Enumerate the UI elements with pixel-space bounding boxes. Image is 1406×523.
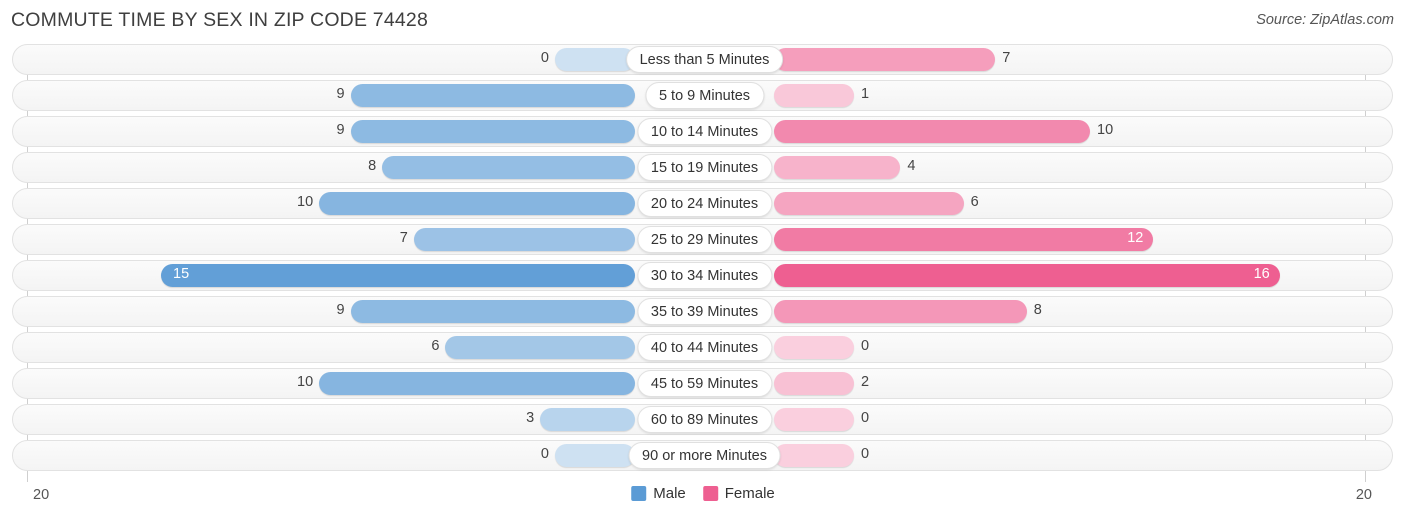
bar-value-male: 0 bbox=[540, 446, 549, 462]
bar-value-female: 7 bbox=[1002, 50, 1011, 66]
category-label: 40 to 44 Minutes bbox=[636, 334, 773, 361]
axis-tick-right: 20 bbox=[1355, 487, 1372, 503]
legend-label: Female bbox=[724, 485, 775, 502]
table-row[interactable]: 6 0 40 to 44 Minutes bbox=[12, 332, 1393, 363]
bar-value-female: 0 bbox=[861, 446, 870, 462]
bar-value-female: 6 bbox=[970, 194, 979, 210]
bar-value-female: 12 bbox=[1127, 230, 1144, 246]
category-label: 35 to 39 Minutes bbox=[636, 298, 773, 325]
bar-male[interactable] bbox=[555, 48, 635, 71]
bar-male[interactable] bbox=[161, 264, 635, 287]
bar-value-male: 6 bbox=[431, 338, 440, 354]
bar-value-male: 3 bbox=[526, 410, 535, 426]
bar-male[interactable] bbox=[350, 84, 635, 107]
table-row[interactable]: 10 6 20 to 24 Minutes bbox=[12, 188, 1393, 219]
bar-male[interactable] bbox=[350, 120, 635, 143]
legend-swatch-icon bbox=[631, 486, 647, 501]
bar-value-male: 10 bbox=[297, 374, 314, 390]
bar-female[interactable] bbox=[774, 120, 1090, 143]
bar-female[interactable] bbox=[774, 372, 854, 395]
bar-value-male: 7 bbox=[399, 230, 408, 246]
bar-value-male: 9 bbox=[336, 302, 345, 318]
bar-row-bars: 8 4 15 to 19 Minutes bbox=[13, 153, 1392, 182]
bar-row-bars: 9 8 35 to 39 Minutes bbox=[13, 297, 1392, 326]
bar-row-bars: 7 12 25 to 29 Minutes bbox=[13, 225, 1392, 254]
table-row[interactable]: 15 16 30 to 34 Minutes bbox=[12, 260, 1393, 291]
legend-swatch-icon bbox=[702, 486, 718, 501]
bar-rows-container: 0 7 Less than 5 Minutes 9 1 5 to 9 Minutes 9 10… bbox=[0, 44, 1406, 476]
table-row[interactable]: 9 8 35 to 39 Minutes bbox=[12, 296, 1393, 327]
bar-value-male: 9 bbox=[336, 122, 345, 138]
bar-value-male: 9 bbox=[336, 86, 345, 102]
bar-male[interactable] bbox=[350, 300, 635, 323]
bar-value-female: 2 bbox=[861, 374, 870, 390]
table-row[interactable]: 8 4 15 to 19 Minutes bbox=[12, 152, 1393, 183]
table-row[interactable]: 9 10 10 to 14 Minutes bbox=[12, 116, 1393, 147]
bar-female[interactable] bbox=[774, 48, 996, 71]
table-row[interactable]: 0 7 Less than 5 Minutes bbox=[12, 44, 1393, 75]
category-label: Less than 5 Minutes bbox=[625, 46, 784, 73]
bar-value-male: 0 bbox=[540, 50, 549, 66]
table-row[interactable]: 0 0 90 or more Minutes bbox=[12, 440, 1393, 471]
bar-male[interactable] bbox=[445, 336, 635, 359]
bar-value-female: 8 bbox=[1033, 302, 1042, 318]
bar-row-bars: 0 7 Less than 5 Minutes bbox=[13, 45, 1392, 74]
legend-item-male[interactable]: Male bbox=[631, 485, 686, 502]
bar-female[interactable] bbox=[774, 156, 901, 179]
bar-row-bars: 10 6 20 to 24 Minutes bbox=[13, 189, 1392, 218]
category-label: 15 to 19 Minutes bbox=[636, 154, 773, 181]
bar-female[interactable] bbox=[774, 228, 1154, 251]
category-label: 10 to 14 Minutes bbox=[636, 118, 773, 145]
chart-footer: 20 20 Male Female bbox=[0, 482, 1406, 523]
bar-female[interactable] bbox=[774, 84, 854, 107]
bar-female[interactable] bbox=[774, 444, 854, 467]
bar-female[interactable] bbox=[774, 192, 964, 215]
bar-female[interactable] bbox=[774, 264, 1280, 287]
table-row[interactable]: 10 2 45 to 59 Minutes bbox=[12, 368, 1393, 399]
bar-value-male: 8 bbox=[368, 158, 377, 174]
bar-value-male: 15 bbox=[173, 266, 190, 282]
category-label: 60 to 89 Minutes bbox=[636, 406, 773, 433]
chart-plot-area: 0 7 Less than 5 Minutes 9 1 5 to 9 Minutes 9 10… bbox=[0, 44, 1406, 482]
bar-value-male: 10 bbox=[297, 194, 314, 210]
legend-item-female[interactable]: Female bbox=[702, 485, 775, 502]
bar-row-bars: 15 16 30 to 34 Minutes bbox=[13, 261, 1392, 290]
bar-female[interactable] bbox=[774, 300, 1027, 323]
category-label: 45 to 59 Minutes bbox=[636, 370, 773, 397]
axis-tick-left: 20 bbox=[33, 487, 50, 503]
bar-value-female: 4 bbox=[907, 158, 916, 174]
table-row[interactable]: 7 12 25 to 29 Minutes bbox=[12, 224, 1393, 255]
bar-male[interactable] bbox=[319, 192, 635, 215]
table-row[interactable]: 3 0 60 to 89 Minutes bbox=[12, 404, 1393, 435]
bar-row-bars: 9 10 10 to 14 Minutes bbox=[13, 117, 1392, 146]
bar-female[interactable] bbox=[774, 336, 854, 359]
category-label: 5 to 9 Minutes bbox=[644, 82, 765, 109]
source-attribution: Source: ZipAtlas.com bbox=[1256, 12, 1394, 28]
category-label: 90 or more Minutes bbox=[628, 442, 781, 469]
bar-row-bars: 9 1 5 to 9 Minutes bbox=[13, 81, 1392, 110]
bar-row-bars: 6 0 40 to 44 Minutes bbox=[13, 333, 1392, 362]
bar-male[interactable] bbox=[319, 372, 635, 395]
bar-male[interactable] bbox=[555, 444, 635, 467]
page-title: COMMUTE TIME BY SEX IN ZIP CODE 74428 bbox=[11, 9, 429, 31]
chart-header: COMMUTE TIME BY SEX IN ZIP CODE 74428 So… bbox=[0, 0, 1406, 44]
bar-male[interactable] bbox=[413, 228, 635, 251]
bar-value-female: 0 bbox=[861, 338, 870, 354]
legend-label: Male bbox=[653, 485, 686, 502]
bar-value-female: 0 bbox=[861, 410, 870, 426]
bar-male[interactable] bbox=[382, 156, 635, 179]
category-label: 25 to 29 Minutes bbox=[636, 226, 773, 253]
bar-row-bars: 3 0 60 to 89 Minutes bbox=[13, 405, 1392, 434]
category-label: 30 to 34 Minutes bbox=[636, 262, 773, 289]
bar-value-female: 1 bbox=[861, 86, 870, 102]
table-row[interactable]: 9 1 5 to 9 Minutes bbox=[12, 80, 1393, 111]
category-label: 20 to 24 Minutes bbox=[636, 190, 773, 217]
chart-legend: Male Female bbox=[631, 485, 775, 502]
bar-value-female: 10 bbox=[1097, 122, 1114, 138]
bar-row-bars: 10 2 45 to 59 Minutes bbox=[13, 369, 1392, 398]
bar-female[interactable] bbox=[774, 408, 854, 431]
bar-male[interactable] bbox=[540, 408, 635, 431]
bar-value-female: 16 bbox=[1253, 266, 1270, 282]
bar-row-bars: 0 0 90 or more Minutes bbox=[13, 441, 1392, 470]
